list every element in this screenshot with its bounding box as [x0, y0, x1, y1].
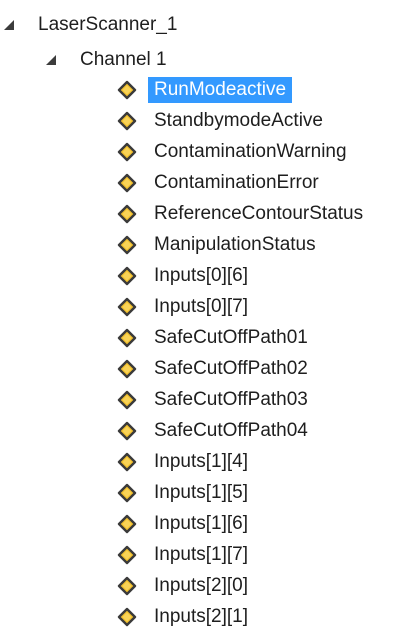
- tree-variable-label[interactable]: SafeCutOffPath01: [148, 325, 314, 351]
- tree-variable-item[interactable]: SafeCutOffPath04: [116, 416, 314, 446]
- tree-variable-item[interactable]: Inputs[1][6]: [116, 509, 254, 539]
- tree-variable-label[interactable]: Inputs[1][6]: [148, 511, 254, 537]
- variable-diamond-icon: [116, 265, 138, 287]
- tree-variable-item[interactable]: ContaminationError: [116, 168, 325, 198]
- tree-variable-label[interactable]: Inputs[0][7]: [148, 294, 254, 320]
- tree-node-channel-1[interactable]: Channel 1: [44, 45, 173, 75]
- variable-diamond-icon: [116, 79, 138, 101]
- tree-variable-item[interactable]: ContaminationWarning: [116, 137, 353, 167]
- variable-diamond-icon: [116, 575, 138, 597]
- variable-diamond-icon: [116, 296, 138, 318]
- tree-variable-item[interactable]: Inputs[0][6]: [116, 261, 254, 291]
- variable-diamond-icon: [116, 389, 138, 411]
- tree-variable-label[interactable]: Inputs[0][6]: [148, 263, 254, 289]
- tree-variable-item[interactable]: Inputs[1][4]: [116, 447, 254, 477]
- tree-variable-item[interactable]: SafeCutOffPath02: [116, 354, 314, 384]
- tree-variable-label[interactable]: Inputs[1][7]: [148, 542, 254, 568]
- tree-variable-item[interactable]: SafeCutOffPath03: [116, 385, 314, 415]
- variable-diamond-icon: [116, 110, 138, 132]
- tree-variable-item[interactable]: ManipulationStatus: [116, 230, 322, 260]
- tree-variable-item[interactable]: Inputs[0][7]: [116, 292, 254, 322]
- tree-variable-item[interactable]: Inputs[1][7]: [116, 540, 254, 570]
- variable-diamond-icon: [116, 513, 138, 535]
- expanded-triangle-icon[interactable]: [2, 18, 16, 32]
- variable-diamond-icon: [116, 420, 138, 442]
- tree-variable-item[interactable]: SafeCutOffPath01: [116, 323, 314, 353]
- tree-variable-label[interactable]: ManipulationStatus: [148, 232, 322, 258]
- tree-variable-item[interactable]: RunModeactive: [116, 75, 293, 105]
- variable-diamond-icon: [116, 451, 138, 473]
- tree-variable-label[interactable]: ContaminationError: [148, 170, 325, 196]
- variable-diamond-icon: [116, 358, 138, 380]
- tree-variable-label[interactable]: Inputs[1][5]: [148, 480, 254, 506]
- tree-node-laserscanner[interactable]: LaserScanner_1: [2, 10, 183, 40]
- variable-diamond-icon: [116, 606, 138, 628]
- tree-variable-item[interactable]: Inputs[2][1]: [116, 602, 254, 628]
- tree-variable-label[interactable]: SafeCutOffPath04: [148, 418, 314, 444]
- tree-node-label[interactable]: LaserScanner_1: [32, 12, 183, 38]
- tree-variable-item[interactable]: StandbymodeActive: [116, 106, 329, 136]
- tree-variable-item[interactable]: ReferenceContourStatus: [116, 199, 369, 229]
- tree-node-label[interactable]: Channel 1: [74, 47, 173, 73]
- tree-variable-label[interactable]: ReferenceContourStatus: [148, 201, 369, 227]
- tree-variable-label[interactable]: RunModeactive: [148, 77, 293, 103]
- variable-diamond-icon: [116, 327, 138, 349]
- variable-diamond-icon: [116, 234, 138, 256]
- tree-variable-label[interactable]: SafeCutOffPath02: [148, 356, 314, 382]
- variable-diamond-icon: [116, 203, 138, 225]
- variable-tree: LaserScanner_1 Channel 1 RunModeactive S…: [0, 0, 413, 628]
- tree-variable-label[interactable]: SafeCutOffPath03: [148, 387, 314, 413]
- tree-variable-label[interactable]: Inputs[1][4]: [148, 449, 254, 475]
- variable-diamond-icon: [116, 141, 138, 163]
- tree-variable-label[interactable]: Inputs[2][0]: [148, 573, 254, 599]
- variable-diamond-icon: [116, 482, 138, 504]
- variable-diamond-icon: [116, 544, 138, 566]
- tree-variable-item[interactable]: Inputs[2][0]: [116, 571, 254, 601]
- tree-variable-item[interactable]: Inputs[1][5]: [116, 478, 254, 508]
- tree-variable-label[interactable]: ContaminationWarning: [148, 139, 353, 165]
- variable-diamond-icon: [116, 172, 138, 194]
- tree-variable-label[interactable]: Inputs[2][1]: [148, 604, 254, 628]
- expanded-triangle-icon[interactable]: [44, 53, 58, 67]
- tree-variable-label[interactable]: StandbymodeActive: [148, 108, 329, 134]
